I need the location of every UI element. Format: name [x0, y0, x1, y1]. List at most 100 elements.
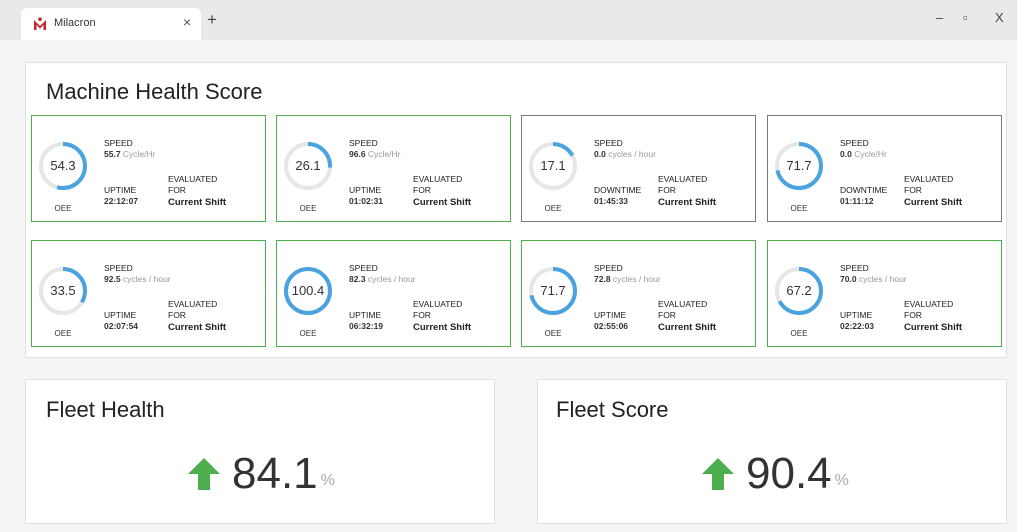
speed-unit: Cycle/Hr: [122, 149, 156, 159]
fleet-score-value: 90.4 %: [700, 452, 849, 496]
time-label: DOWNTIME: [840, 185, 888, 195]
evaluated-label: EVALUATED: [904, 299, 954, 309]
oee-value: 26.1: [295, 158, 321, 173]
for-label: FOR: [904, 185, 922, 195]
fleet-health-panel: Fleet Health 84.1 %: [25, 379, 495, 524]
time-value: 01:02:31: [349, 196, 384, 206]
for-label: FOR: [413, 310, 431, 320]
speed-label: SPEED: [840, 138, 869, 148]
evaluated-label: EVALUATED: [904, 174, 954, 184]
speed-label: SPEED: [349, 138, 378, 148]
new-tab-button[interactable]: +: [207, 10, 217, 30]
close-window-button[interactable]: X: [995, 10, 1004, 25]
machine-card[interactable]: 71.7 OEE SPEED 72.8 cycles / hour UPTIME 02:5…: [521, 240, 756, 347]
time-value: 02:22:03: [840, 321, 875, 331]
evaluated-label: EVALUATED: [413, 299, 463, 309]
time-label: UPTIME: [840, 310, 873, 320]
speed-value: 0.0: [594, 149, 606, 159]
evaluated-label: EVALUATED: [658, 299, 708, 309]
evaluated-label: EVALUATED: [168, 174, 218, 184]
for-label: FOR: [658, 185, 676, 195]
oee-label: OEE: [54, 204, 72, 213]
oee-value: 71.7: [540, 283, 566, 298]
for-label: FOR: [904, 310, 922, 320]
time-label: UPTIME: [104, 185, 137, 195]
milacron-logo-icon: [34, 17, 46, 30]
time-label: UPTIME: [349, 185, 382, 195]
time-value: 01:45:33: [594, 196, 629, 206]
shift-value: Current Shift: [904, 197, 963, 208]
shift-value: Current Shift: [168, 322, 227, 333]
for-label: FOR: [168, 310, 186, 320]
for-label: FOR: [168, 185, 186, 195]
machine-card[interactable]: 26.1 OEE SPEED 96.6 Cycle/Hr UPTIME 01:02:31 E…: [276, 115, 511, 222]
oee-label: OEE: [790, 329, 808, 338]
minimize-button[interactable]: –: [936, 10, 943, 25]
oee-label: OEE: [544, 329, 562, 338]
speed-label: SPEED: [349, 263, 378, 273]
shift-value: Current Shift: [413, 322, 472, 333]
speed-label: SPEED: [104, 263, 133, 273]
speed-unit: Cycle/Hr: [854, 149, 887, 159]
speed-unit: cycles / hour: [367, 274, 416, 284]
fleet-score-panel: Fleet Score 90.4 %: [537, 379, 1007, 524]
time-label: DOWNTIME: [594, 185, 642, 195]
for-label: FOR: [658, 310, 676, 320]
speed-value: 72.8: [594, 274, 611, 284]
shift-value: Current Shift: [904, 322, 963, 333]
oee-label: OEE: [790, 204, 808, 213]
speed-value: 0.0: [840, 149, 852, 159]
machine-card[interactable]: 71.7 OEE SPEED 0.0 Cycle/Hr DOWNTIME 01:11:12…: [767, 115, 1002, 222]
time-label: UPTIME: [594, 310, 627, 320]
close-tab-icon[interactable]: ×: [183, 14, 191, 30]
shift-value: Current Shift: [658, 322, 717, 333]
time-value: 02:07:54: [104, 321, 139, 331]
for-label: FOR: [413, 185, 431, 195]
machine-card[interactable]: 17.1 OEE SPEED 0.0 cycles / hour DOWNTIME 01:…: [521, 115, 756, 222]
oee-value: 54.3: [50, 158, 76, 173]
speed-unit: cycles / hour: [122, 274, 171, 284]
machine-health-title: Machine Health Score: [46, 79, 263, 104]
machine-card[interactable]: 67.2 OEE SPEED 70.0 cycles / hour UPTIME 02:2…: [767, 240, 1002, 347]
fleet-score-unit: %: [834, 472, 849, 489]
time-value: 06:32:19: [349, 321, 384, 331]
speed-value: 92.5: [104, 274, 121, 284]
oee-value: 67.2: [786, 283, 812, 298]
oee-value: 33.5: [50, 283, 76, 298]
speed-readout: 92.5 cycles / hour: [104, 274, 171, 284]
speed-label: SPEED: [104, 138, 133, 148]
speed-readout: 55.7 Cycle/Hr: [104, 149, 156, 159]
evaluated-label: EVALUATED: [413, 174, 463, 184]
fleet-score-number: 90.4: [746, 449, 832, 498]
oee-value: 17.1: [540, 158, 566, 173]
browser-titlebar: Milacron × + – ▫ X: [0, 0, 1017, 40]
oee-value: 100.4: [291, 283, 325, 298]
restore-button[interactable]: ▫: [963, 10, 968, 25]
shift-value: Current Shift: [168, 197, 227, 208]
speed-readout: 0.0 cycles / hour: [594, 149, 656, 159]
oee-label: OEE: [54, 329, 72, 338]
speed-readout: 0.0 Cycle/Hr: [840, 149, 887, 159]
time-value: 01:11:12: [840, 196, 874, 206]
speed-value: 55.7: [104, 149, 121, 159]
tab-milacron[interactable]: Milacron ×: [21, 8, 201, 40]
speed-readout: 82.3 cycles / hour: [349, 274, 416, 284]
speed-unit: Cycle/Hr: [367, 149, 401, 159]
speed-readout: 70.0 cycles / hour: [840, 274, 907, 284]
tab-title: Milacron: [54, 17, 96, 29]
speed-value: 70.0: [840, 274, 857, 284]
machine-card[interactable]: 33.5 OEE SPEED 92.5 cycles / hour UPTIME 02:0…: [31, 240, 266, 347]
machine-card[interactable]: 54.3 OEE SPEED 55.7 Cycle/Hr UPTIME 22:12:07 E…: [31, 115, 266, 222]
oee-label: OEE: [299, 329, 317, 338]
speed-label: SPEED: [594, 138, 623, 148]
machine-card[interactable]: 100.4 OEE SPEED 82.3 cycles / hour UPTIME 06:…: [276, 240, 511, 347]
speed-label: SPEED: [840, 263, 869, 273]
time-value: 02:55:06: [594, 321, 629, 331]
evaluated-label: EVALUATED: [168, 299, 218, 309]
oee-label: OEE: [544, 204, 562, 213]
time-label: UPTIME: [104, 310, 137, 320]
up-arrow-icon: [702, 458, 734, 490]
fleet-score-title: Fleet Score: [556, 397, 669, 422]
shift-value: Current Shift: [413, 197, 472, 208]
speed-unit: cycles / hour: [858, 274, 907, 284]
